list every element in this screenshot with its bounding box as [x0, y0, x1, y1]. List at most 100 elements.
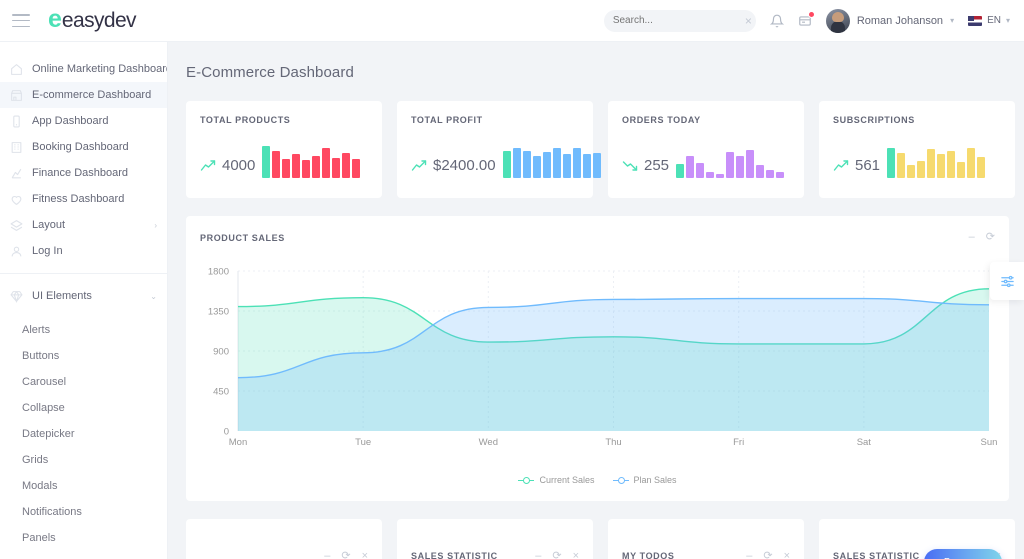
panel-refresh-icon[interactable]: ⟳	[986, 232, 995, 243]
sidebar-item-app-dashboard[interactable]: App Dashboard	[0, 108, 167, 134]
panel-refresh-icon[interactable]: ⟳	[763, 551, 772, 559]
panel-minimize-icon[interactable]: –	[746, 551, 752, 559]
chevron-down-icon[interactable]: ▾	[950, 16, 954, 25]
legend-label: Current Sales	[539, 475, 595, 485]
search-clear-icon[interactable]: ×	[745, 15, 752, 27]
spark-bar	[522, 151, 531, 178]
topbar-actions: × Roman Johanson ▾ EN ▾	[603, 8, 1024, 33]
y-axis-tick: 1350	[208, 307, 229, 318]
spark-bar	[562, 154, 571, 178]
sidebar-item-log-in[interactable]: Log In	[0, 238, 167, 264]
main-content: E-Commerce Dashboard TOTAL PRODUCTS 4000 T…	[168, 42, 1024, 559]
spark-bar	[977, 157, 986, 178]
panel-controls: – ⟳ ×	[324, 551, 368, 559]
sidebar-subitem-carousel[interactable]: Carousel	[0, 369, 167, 395]
legend-marker-icon	[612, 476, 629, 484]
trend-up-icon	[833, 160, 849, 171]
sidebar-item-label: Online Marketing Dashboard	[32, 63, 168, 75]
language-selector[interactable]: EN ▾	[968, 15, 1010, 26]
chevron-right-icon[interactable]: ›	[154, 221, 157, 230]
sidebar-item-fitness-dashboard[interactable]: Fitness Dashboard	[0, 186, 167, 212]
sidebar-item-label: E-commerce Dashboard	[32, 89, 152, 101]
y-axis-tick: 450	[213, 387, 229, 398]
y-axis-tick: 1800	[208, 267, 229, 278]
sidebar-subitem-modals[interactable]: Modals	[0, 473, 167, 499]
sidebar-nav: Online Marketing Dashboard E-commerce Das…	[0, 56, 167, 264]
mail-icon[interactable]	[798, 10, 815, 28]
app-logo[interactable]: e easydev	[48, 7, 137, 33]
panel-close-icon[interactable]: ×	[573, 551, 579, 559]
spark-bar	[542, 152, 551, 178]
y-axis-tick: 900	[213, 347, 229, 358]
spark-bar	[766, 170, 775, 178]
panel-close-icon[interactable]: ×	[784, 551, 790, 559]
spark-bar	[716, 174, 725, 178]
sidebar-item-layout[interactable]: Layout ›	[0, 212, 167, 238]
spark-bar	[686, 156, 695, 178]
sidebar-item-online-marketing-dashboard[interactable]: Online Marketing Dashboard	[0, 56, 167, 82]
spark-bar	[572, 148, 581, 178]
search-box[interactable]: ×	[603, 9, 756, 32]
sidebar-item-booking-dashboard[interactable]: Booking Dashboard	[0, 134, 167, 160]
legend-item[interactable]: Current Sales	[518, 475, 595, 485]
legend-marker-icon	[518, 476, 535, 484]
spark-bar	[352, 159, 361, 178]
trend-up-icon	[411, 160, 427, 171]
panel-minimize-icon[interactable]: –	[324, 551, 330, 559]
flag-icon	[968, 15, 983, 26]
x-axis-tick: Tue	[355, 437, 371, 448]
panel-close-icon[interactable]: ×	[362, 551, 368, 559]
buy-now-button[interactable]: Buy now	[924, 549, 1002, 559]
chevron-down-icon[interactable]: ⌄	[150, 292, 157, 301]
panel-title: PRODUCT SALES	[200, 232, 285, 243]
x-axis-tick: Mon	[229, 437, 247, 448]
legend-label: Plan Sales	[633, 475, 677, 485]
stat-card-title: TOTAL PRODUCTS	[200, 115, 291, 125]
sidebar-item-e-commerce-dashboard[interactable]: E-commerce Dashboard	[0, 82, 167, 108]
search-input[interactable]	[612, 15, 745, 26]
panel-refresh-icon[interactable]: ⟳	[552, 551, 561, 559]
spark-bar	[887, 148, 896, 178]
sidebar-subitem-notifications[interactable]: Notifications	[0, 499, 167, 525]
stat-card-title: TOTAL PROFIT	[411, 115, 483, 125]
stat-card-total-products: TOTAL PRODUCTS 4000	[186, 101, 382, 198]
sidebar-subitem-datepicker[interactable]: Datepicker	[0, 421, 167, 447]
spark-bar	[262, 146, 271, 178]
spark-bar	[592, 153, 601, 178]
panel-minimize-icon[interactable]: –	[969, 232, 975, 243]
user-menu[interactable]: Roman Johanson ▾	[825, 8, 954, 33]
sidebar-subitem-buttons[interactable]: Buttons	[0, 343, 167, 369]
sidebar-subitem-collapse[interactable]: Collapse	[0, 395, 167, 421]
notifications-bell-icon[interactable]	[769, 14, 784, 28]
sliders-icon[interactable]	[990, 262, 1024, 300]
spark-bar	[947, 151, 956, 178]
chevron-down-icon[interactable]: ▾	[1006, 16, 1010, 25]
sparkline-bars	[676, 142, 785, 178]
trend-up-icon	[200, 160, 216, 171]
spark-bar	[292, 154, 301, 178]
sidebar-subitem-panels[interactable]: Panels	[0, 525, 167, 551]
sidebar-group-ui-elements[interactable]: UI Elements ⌄	[0, 283, 167, 309]
panel-minimize-icon[interactable]: –	[535, 551, 541, 559]
panel-title: SALES STATISTIC	[833, 551, 920, 559]
legend-item[interactable]: Plan Sales	[612, 475, 677, 485]
sidebar-item-label: Log In	[32, 245, 63, 257]
bottom-panel: – ⟳ ×	[186, 519, 382, 559]
panel-title: SALES STATISTIC	[411, 551, 498, 559]
home-icon	[10, 63, 23, 76]
spark-bar	[676, 164, 685, 178]
user-icon	[10, 245, 23, 258]
spark-bar	[776, 172, 785, 178]
spark-bar	[917, 161, 926, 178]
y-axis-tick: 0	[224, 427, 229, 438]
sidebar-subnav: Alerts Buttons Carousel Collapse Datepicker G…	[0, 317, 167, 551]
sidebar-item-finance-dashboard[interactable]: Finance Dashboard	[0, 160, 167, 186]
language-label: EN	[987, 15, 1001, 26]
sidebar-subitem-label: Carousel	[22, 376, 67, 388]
panel-refresh-icon[interactable]: ⟳	[341, 551, 350, 559]
spark-bar	[726, 152, 735, 178]
menu-toggle-icon[interactable]	[12, 14, 30, 27]
sidebar-subitem-grids[interactable]: Grids	[0, 447, 167, 473]
building-icon	[10, 141, 23, 154]
sidebar-subitem-alerts[interactable]: Alerts	[0, 317, 167, 343]
